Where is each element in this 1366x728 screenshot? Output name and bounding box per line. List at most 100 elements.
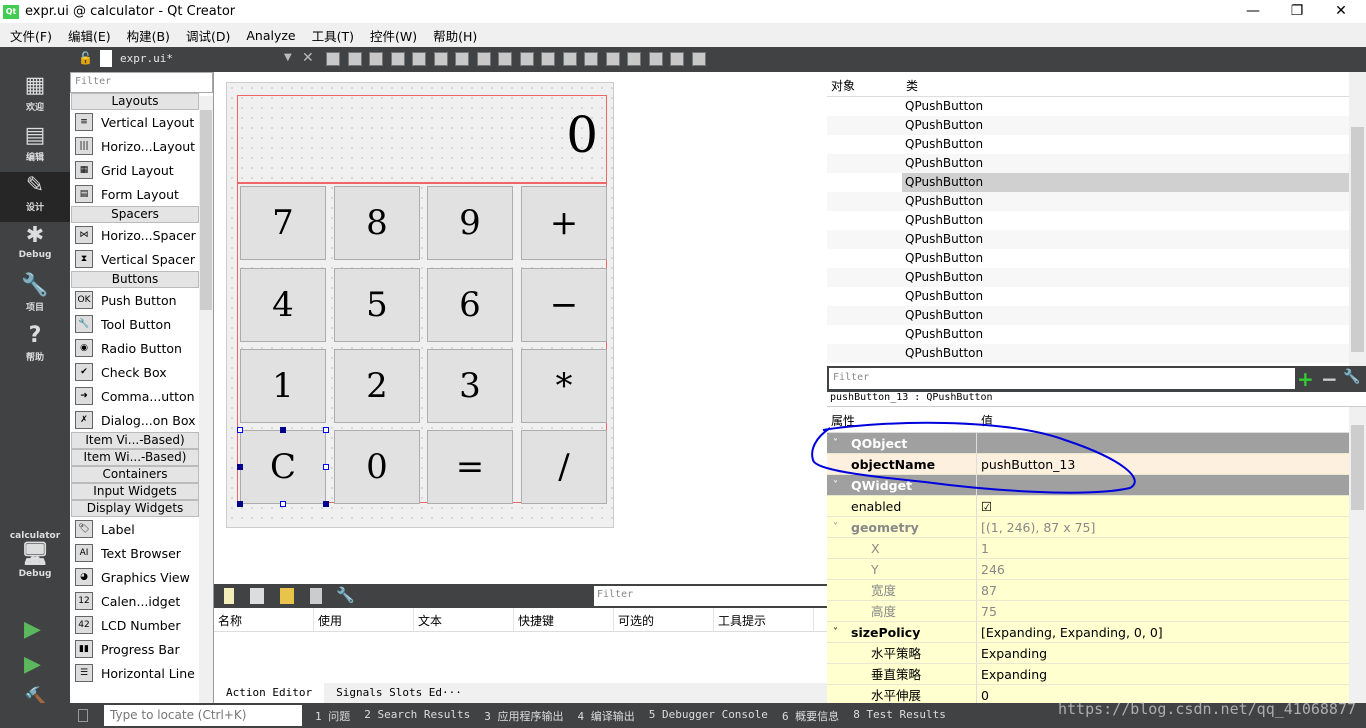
property-value[interactable]: [Expanding, Expanding, 0, 0] [977,622,1163,642]
mode-help[interactable]: ? 帮助 [0,322,70,372]
widget-item[interactable]: OK Push Button [70,288,198,312]
object-inspector-scrollbar[interactable] [1349,72,1366,366]
widget-category[interactable]: Input Widgets [71,483,199,500]
tab-signals-slots[interactable]: Signals Slots Ed··· [324,683,474,703]
chevron-down-icon[interactable]: ▼ [284,52,292,63]
wrench-icon[interactable]: 🔧 [336,586,355,604]
property-value[interactable]: [(1, 246), 87 x 75] [977,517,1095,537]
mode-bug[interactable]: ✱ Debug [0,222,70,272]
action-column-header[interactable]: 名称 [214,608,314,631]
form-tool-icon[interactable] [326,52,340,66]
property-value[interactable]: Expanding [977,643,1047,663]
calc-button[interactable]: = [427,430,513,504]
widget-item[interactable]: ▮▮ Progress Bar [70,637,198,661]
widget-category[interactable]: Item Vi...-Based) [71,432,199,449]
property-row[interactable]: ˅ geometry [(1, 246), 87 x 75] [827,517,1349,538]
property-row[interactable]: Y 246 [827,559,1349,580]
form-tool-icon[interactable] [648,52,663,66]
mode-pencil[interactable]: ✎ 设计 [0,172,70,222]
form-tool-icon[interactable] [412,52,426,66]
widget-item[interactable]: ✗ Dialog...on Box [70,408,198,432]
locator-input[interactable]: Type to locate (Ctrl+K) [104,705,302,726]
widget-item[interactable]: ▤ Form Layout [70,182,198,206]
property-value[interactable]: 0 [977,685,989,705]
widget-item[interactable]: ➜ Comma...utton [70,384,198,408]
property-value[interactable]: Expanding [977,664,1047,684]
close-document-icon[interactable]: ✕ [302,50,314,66]
open-file-combo[interactable]: expr.ui* [120,52,173,65]
widget-item[interactable]: ≡ Vertical Layout [70,110,198,134]
calc-button[interactable]: + [521,186,607,260]
run-button-1[interactable]: ▶ [24,652,41,677]
object-row[interactable]: QPushButton [827,287,1366,306]
kit-selector[interactable]: calculator 🖥 Debug [0,527,70,597]
form-tool-icon[interactable] [433,52,448,66]
remove-property-icon[interactable]: − [1321,367,1338,391]
property-value[interactable]: 75 [977,601,997,621]
action-column-header[interactable]: 快捷键 [514,608,614,631]
menu-item[interactable]: 构建(B) [119,26,178,45]
widget-box-scrollbar[interactable] [199,96,213,703]
output-pane-tab[interactable]: 3 应用程序输出 [477,708,570,724]
form-tool-icon[interactable] [476,52,491,66]
delete-action-icon[interactable] [310,588,322,604]
minimize-button[interactable]: — [1230,0,1276,23]
widget-item[interactable]: ◉ Radio Button [70,336,198,360]
paste-action-icon[interactable] [280,588,294,604]
selection-handle[interactable] [237,427,243,433]
new-action-icon[interactable] [224,588,234,604]
menu-item[interactable]: 调试(D) [178,26,238,45]
widget-item[interactable]: AI Text Browser [70,541,198,565]
property-editor-scrollbar[interactable] [1349,407,1366,703]
display-label[interactable]: 0 [237,95,607,183]
object-row[interactable]: QPushButton [827,268,1366,287]
selection-handle[interactable] [280,501,286,507]
selection-handle[interactable] [323,501,329,507]
widget-filter-input[interactable]: Filter [70,72,213,93]
widget-item[interactable]: ◕ Graphics View [70,565,198,589]
menu-item[interactable]: 编辑(E) [60,26,119,45]
property-row[interactable]: 宽度 87 [827,580,1349,601]
calc-button[interactable]: 4 [240,268,326,342]
property-row[interactable]: X1 [827,538,1349,559]
action-column-header[interactable]: 使用 [314,608,414,631]
action-filter-input[interactable]: Filter [594,586,827,606]
mode-grid[interactable]: ▦ 欢迎 [0,72,70,122]
selection-handle[interactable] [280,427,286,433]
form-tool-icon[interactable] [605,52,620,66]
form-tool-icon[interactable] [670,52,684,66]
property-row[interactable]: 高度 75 [827,601,1349,622]
output-pane-tab[interactable]: 5 Debugger Console [642,708,775,724]
property-row[interactable]: 水平策略 Expanding [827,643,1349,664]
add-property-icon[interactable]: + [1297,367,1314,391]
form-tool-icon[interactable] [390,52,405,66]
output-pane-tab[interactable]: 1 问题 [308,708,357,724]
mode-edit[interactable]: ▤ 编辑 [0,122,70,172]
property-row[interactable]: 垂直策略 Expanding [827,664,1349,685]
object-row[interactable]: QPushButton [827,116,1366,135]
menu-item[interactable]: 控件(W) [362,26,425,45]
widget-item[interactable]: ⋈ Horizo...Spacer [70,223,198,247]
copy-action-icon[interactable] [250,588,264,604]
widget-category[interactable]: Layouts [71,93,199,110]
widget-item[interactable]: ||| Horizo...Layout [70,134,198,158]
action-column-header[interactable]: 文本 [414,608,514,631]
object-row[interactable]: QPushButton [827,97,1366,116]
property-value[interactable]: 1 [977,538,989,558]
selection-handle[interactable] [237,464,243,470]
form-tool-icon[interactable] [541,52,555,66]
calc-button[interactable]: 2 [334,349,420,423]
widget-item[interactable]: 12 Calen...idget [70,589,198,613]
widget-item[interactable]: ⧗ Vertical Spacer [70,247,198,271]
form-tool-icon[interactable] [562,52,577,66]
output-pane-tab[interactable]: 8 Test Results [846,708,953,724]
widget-item[interactable]: ▦ Grid Layout [70,158,198,182]
widget-category[interactable]: Item Wi...-Based) [71,449,199,466]
calc-button[interactable]: C [240,430,326,504]
widget-item[interactable]: 42 LCD Number [70,613,198,637]
property-value[interactable]: 246 [977,559,1005,579]
close-button[interactable]: ✕ [1318,0,1364,23]
calc-button[interactable]: / [521,430,607,504]
object-row[interactable]: QPushButton [827,306,1366,325]
calc-button[interactable]: 5 [334,268,420,342]
